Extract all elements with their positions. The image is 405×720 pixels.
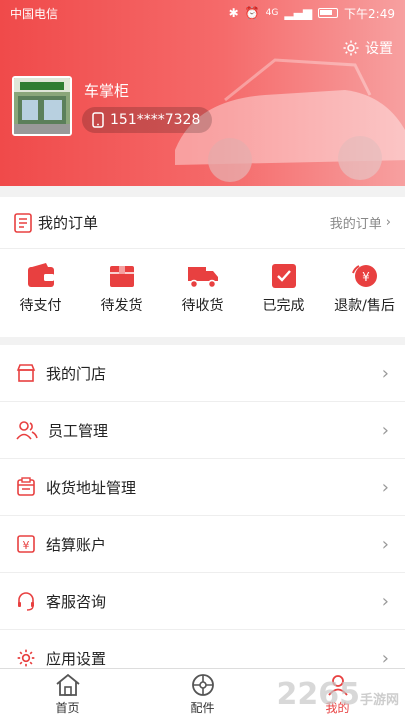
menu-item-label: 我的门店 [46, 364, 107, 383]
wheel-icon [191, 674, 214, 696]
order-item-label: 退款/售后 [334, 298, 395, 314]
store-icon [16, 364, 36, 382]
menu-item-address[interactable]: 收货地址管理 › [0, 459, 405, 516]
orders-header: 我的订单 我的订单 › [0, 197, 405, 249]
alarm-icon: ⏰ [244, 6, 260, 20]
orders-title: 我的订单 [38, 214, 99, 232]
order-item-label: 待支付 [19, 298, 62, 314]
all-orders-link[interactable]: 我的订单 › [330, 213, 391, 232]
phone-number: 151****7328 [110, 112, 201, 128]
watermark-suffix: 手游网 [359, 693, 399, 708]
battery-icon [318, 8, 339, 18]
menu-item-label: 结算账户 [46, 535, 107, 554]
all-orders-label: 我的订单 [329, 217, 382, 232]
order-pending-shipment[interactable]: 待发货 [85, 263, 159, 315]
clock-label: 下午2:49 [344, 6, 395, 21]
gear-icon [343, 40, 359, 56]
order-status-row: 待支付 待发货 待收货 已完成 ¥ 退款/售后 [0, 249, 405, 315]
headset-icon [18, 592, 34, 611]
chevron-right-icon: › [381, 533, 389, 555]
wallet-icon [27, 263, 54, 287]
carrier-label: 中国电信 [10, 6, 59, 21]
address-icon [17, 477, 35, 496]
network-label: 4G [265, 8, 279, 18]
menu-item-label: 收货地址管理 [46, 478, 137, 497]
tab-home[interactable]: 首页 [0, 669, 135, 720]
chevron-right-icon: › [381, 647, 389, 669]
order-refund[interactable]: ¥ 退款/售后 [328, 263, 402, 315]
tab-parts[interactable]: 配件 [135, 669, 270, 720]
signal-icon: ▂▄▆ [284, 6, 313, 20]
bluetooth-icon: ✱ [228, 6, 239, 20]
menu-item-label: 员工管理 [48, 421, 109, 440]
menu-item-label: 应用设置 [46, 649, 107, 668]
order-completed[interactable]: 已完成 [247, 263, 321, 315]
chevron-right-icon: › [381, 362, 389, 384]
account-icon: ¥ [17, 535, 35, 553]
profile-header: 中国电信 ✱ ⏰ 4G ▂▄▆ 下午2:49 设置 车掌柜 151****732… [0, 0, 405, 186]
menu-item-label: 客服咨询 [46, 592, 107, 611]
box-icon [109, 266, 134, 287]
chevron-right-icon: › [381, 476, 389, 498]
phone-icon [92, 112, 104, 128]
staff-icon [16, 421, 38, 440]
order-pending-payment[interactable]: 待支付 [4, 263, 78, 315]
order-item-label: 待发货 [100, 298, 143, 314]
gear-icon [17, 649, 35, 667]
tab-label: 首页 [55, 701, 80, 715]
tab-label: 配件 [190, 701, 215, 715]
svg-text:¥: ¥ [362, 270, 370, 284]
orders-card: 我的订单 我的订单 › 待支付 待发货 待收货 已完成 ¥ 退款/售后 [0, 197, 405, 337]
menu-item-account[interactable]: ¥ 结算账户 › [0, 516, 405, 573]
order-list-icon [14, 212, 32, 233]
menu-item-staff[interactable]: 员工管理 › [0, 402, 405, 459]
refund-icon: ¥ [351, 265, 377, 287]
shop-name: 车掌柜 [84, 82, 130, 100]
order-item-label: 已完成 [262, 298, 305, 314]
watermark: 2265手游网 [276, 677, 399, 712]
chevron-right-icon: › [381, 419, 389, 441]
home-icon [55, 673, 80, 696]
order-item-label: 待收货 [181, 298, 224, 314]
menu-item-store[interactable]: 我的门店 › [0, 345, 405, 402]
svg-text:¥: ¥ [23, 539, 30, 552]
chevron-right-icon: › [381, 590, 389, 612]
store-photo [14, 78, 70, 134]
settings-button[interactable]: 设置 [342, 38, 393, 58]
status-bar: 中国电信 ✱ ⏰ 4G ▂▄▆ 下午2:49 [0, 0, 405, 26]
settings-menu: 我的门店 › 员工管理 › 收货地址管理 › ¥ 结算账户 › 客服咨询 › 应… [0, 345, 405, 687]
watermark-number: 2265 [276, 677, 360, 712]
check-icon [271, 264, 296, 288]
settings-label: 设置 [365, 41, 393, 57]
screen: 中国电信 ✱ ⏰ 4G ▂▄▆ 下午2:49 设置 车掌柜 151****732… [0, 0, 405, 720]
phone-badge: 151****7328 [82, 107, 213, 133]
truck-icon [187, 267, 218, 289]
order-pending-receipt[interactable]: 待收货 [166, 263, 240, 315]
store-avatar[interactable] [12, 76, 72, 136]
chevron-right-icon: › [385, 215, 391, 230]
menu-item-support[interactable]: 客服咨询 › [0, 573, 405, 630]
